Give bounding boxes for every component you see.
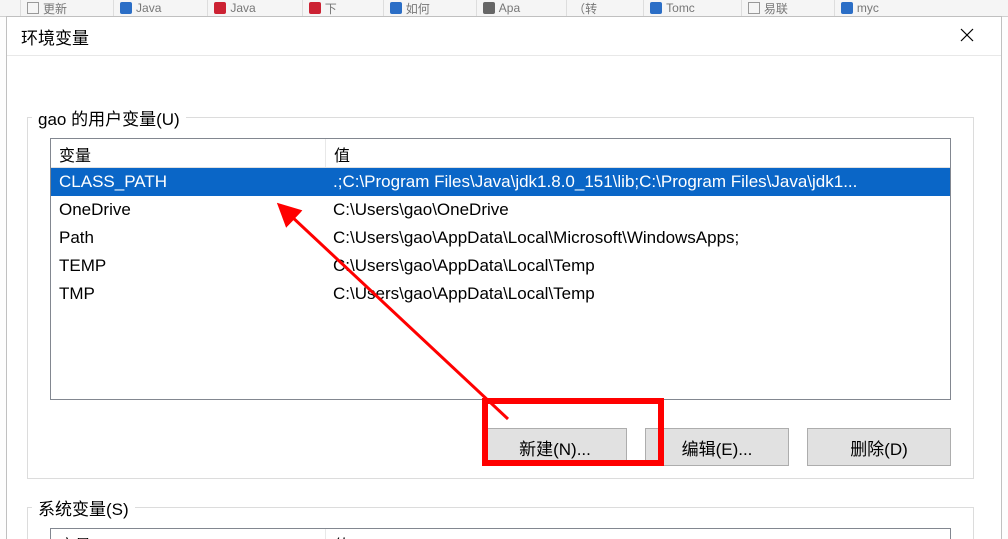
table-row[interactable]: TMP C:\Users\gao\AppData\Local\Temp bbox=[51, 280, 950, 308]
tabbar-tab[interactable]: （转 bbox=[566, 0, 603, 16]
table-row[interactable]: CLASS_PATH .;C:\Program Files\Java\jdk1.… bbox=[51, 168, 950, 196]
close-icon bbox=[960, 28, 974, 42]
header-variable[interactable]: 变量 bbox=[51, 139, 326, 167]
table-row[interactable]: Path C:\Users\gao\AppData\Local\Microsof… bbox=[51, 224, 950, 252]
cell-variable: TMP bbox=[51, 282, 325, 306]
close-button[interactable] bbox=[947, 26, 987, 47]
tabbar-tab[interactable]: 如何 bbox=[383, 0, 436, 16]
tabbar-tab[interactable]: 易联 bbox=[741, 0, 794, 16]
cell-variable: Path bbox=[51, 226, 325, 250]
tabbar-tab[interactable]: Java bbox=[113, 0, 167, 16]
tabbar-tab[interactable]: 下 bbox=[302, 0, 343, 16]
cell-variable: CLASS_PATH bbox=[51, 170, 325, 194]
user-variables-list[interactable]: 变量 值 CLASS_PATH .;C:\Program Files\Java\… bbox=[50, 138, 951, 400]
tabbar-tab[interactable]: Java bbox=[207, 0, 261, 16]
cell-value: C:\Users\gao\AppData\Local\Temp bbox=[325, 254, 950, 278]
environment-variables-dialog: 环境变量 gao 的用户变量(U) 变量 值 CLASS_PATH bbox=[6, 16, 1002, 539]
tabbar-tab[interactable]: myc bbox=[834, 0, 885, 16]
user-buttons-row: 新建(N)... 编辑(E)... 删除(D) bbox=[483, 428, 951, 466]
tabbar-tab[interactable]: 更新 bbox=[20, 0, 73, 16]
tabbar-tab[interactable]: Apa bbox=[476, 0, 526, 16]
cell-variable: OneDrive bbox=[51, 198, 325, 222]
header-value[interactable]: 值 bbox=[326, 139, 950, 167]
cell-value: C:\Users\gao\AppData\Local\Microsoft\Win… bbox=[325, 226, 950, 250]
cell-value: .;C:\Program Files\Java\jdk1.8.0_151\lib… bbox=[325, 170, 950, 194]
header-variable[interactable]: 变量 bbox=[51, 529, 326, 539]
titlebar: 环境变量 bbox=[7, 17, 1001, 56]
system-variables-list[interactable]: 变量 值 bbox=[50, 528, 951, 539]
list-header: 变量 值 bbox=[51, 529, 950, 539]
table-row[interactable]: OneDrive C:\Users\gao\OneDrive bbox=[51, 196, 950, 224]
system-variables-legend: 系统变量(S) bbox=[32, 495, 135, 520]
new-button[interactable]: 新建(N)... bbox=[483, 428, 627, 466]
list-header: 变量 值 bbox=[51, 139, 950, 168]
system-variables-group: 系统变量(S) 变量 值 bbox=[27, 507, 974, 539]
list-body: CLASS_PATH .;C:\Program Files\Java\jdk1.… bbox=[51, 168, 950, 308]
browser-tabs: 更新 Java Java 下 如何 Apa （转 Tomc 易联 myc bbox=[0, 0, 1008, 17]
edit-button[interactable]: 编辑(E)... bbox=[645, 428, 789, 466]
user-variables-group: gao 的用户变量(U) 变量 值 CLASS_PATH .;C:\Progra… bbox=[27, 117, 974, 479]
cell-value: C:\Users\gao\AppData\Local\Temp bbox=[325, 282, 950, 306]
delete-button[interactable]: 删除(D) bbox=[807, 428, 951, 466]
header-value[interactable]: 值 bbox=[326, 529, 950, 539]
cell-variable: TEMP bbox=[51, 254, 325, 278]
cell-value: C:\Users\gao\OneDrive bbox=[325, 198, 950, 222]
tabbar-tab[interactable]: Tomc bbox=[643, 0, 701, 16]
dialog-title: 环境变量 bbox=[21, 24, 89, 49]
table-row[interactable]: TEMP C:\Users\gao\AppData\Local\Temp bbox=[51, 252, 950, 280]
user-variables-legend: gao 的用户变量(U) bbox=[32, 105, 186, 130]
